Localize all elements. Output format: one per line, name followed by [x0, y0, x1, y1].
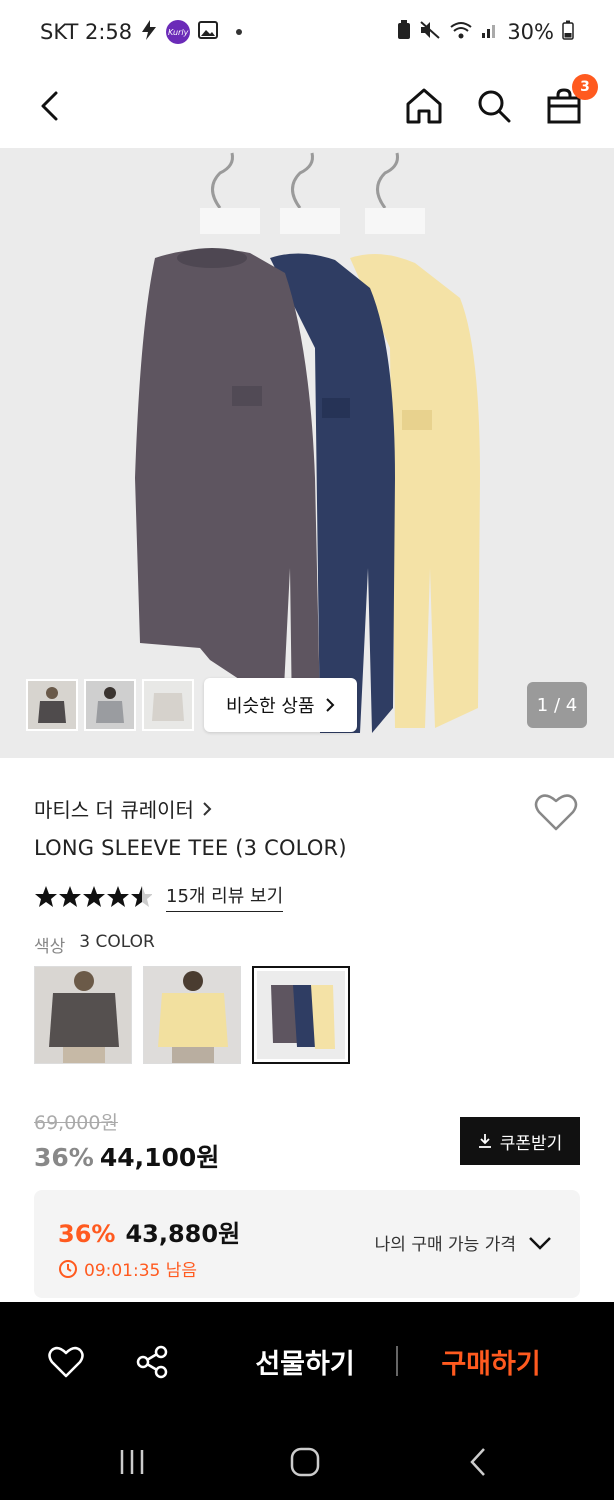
best-price-label: 나의 구매 가능 가격: [374, 1235, 516, 1255]
top-nav: 3: [0, 64, 614, 148]
home-icon: [406, 88, 442, 124]
similar-products-button[interactable]: 비슷한 상품: [204, 678, 357, 732]
timer-text: 09:01:35 남음: [84, 1261, 198, 1281]
rating-row: 15개 리뷰 보기: [34, 882, 284, 912]
chevron-right-icon: [203, 801, 212, 816]
thumbnail-2[interactable]: [84, 679, 136, 731]
signal-icon: [481, 20, 499, 44]
bottom-wishlist-button[interactable]: [46, 1342, 86, 1382]
color-option-charcoal[interactable]: [34, 966, 132, 1064]
gift-button[interactable]: 선물하기: [240, 1336, 370, 1386]
notification-dot: [236, 29, 243, 35]
heart-icon: [48, 1346, 84, 1378]
kurly-app-icon: Kurly: [166, 20, 191, 44]
color-label: 색상: [34, 937, 66, 957]
system-back-button[interactable]: [456, 1440, 500, 1484]
share-icon: [136, 1345, 168, 1379]
deal-timer: 09:01:35 남음: [58, 1256, 197, 1281]
chevron-down-icon: [529, 1236, 551, 1250]
star-rating: [34, 885, 152, 909]
thumbnail-1[interactable]: [26, 679, 78, 731]
color-option-yellow[interactable]: [143, 966, 241, 1064]
status-right: 30%: [397, 19, 574, 45]
reviews-link[interactable]: 15개 리뷰 보기: [166, 882, 284, 912]
price-row: 36% 44,100원: [34, 1138, 219, 1174]
similar-products-label: 비슷한 상품: [226, 696, 315, 717]
mute-icon: [419, 20, 441, 45]
my-best-price-box[interactable]: 36% 43,880원 09:01:35 남음 나의 구매 가능 가격: [34, 1190, 580, 1298]
sale-price: 44,100원: [99, 1143, 220, 1172]
gallery-icon: [198, 20, 219, 44]
charging-icon: [140, 19, 158, 46]
battery-icon: [562, 20, 574, 45]
color-row: 색상 3 COLOR: [34, 932, 155, 957]
original-price: 69,000원: [34, 1112, 118, 1134]
best-price-row: 36% 43,880원: [58, 1214, 240, 1249]
carrier-time: SKT 2:58: [40, 20, 133, 44]
coupon-button[interactable]: 쿠폰받기: [460, 1117, 580, 1165]
coupon-label: 쿠폰받기: [499, 1133, 563, 1154]
chevron-right-icon: [325, 698, 334, 712]
best-price-dropdown[interactable]: 나의 구매 가능 가격: [375, 1230, 552, 1255]
color-swatches: [34, 966, 350, 1064]
best-discount-rate: 36%: [58, 1220, 116, 1248]
thumbnail-strip: 비슷한 상품: [26, 678, 357, 732]
back-chevron-icon: [470, 1448, 485, 1476]
download-icon: [478, 1134, 491, 1148]
status-left: SKT 2:58 Kurly: [40, 19, 243, 46]
cart-button[interactable]: 3: [544, 74, 598, 126]
carousel-page-indicator: 1 / 4: [527, 682, 587, 728]
best-price-amount: 43,880원: [125, 1220, 241, 1248]
brand-link[interactable]: 마티스 더 큐레이터: [34, 794, 212, 823]
back-button[interactable]: [30, 86, 70, 126]
recent-apps-icon: [120, 1450, 144, 1474]
brand-name: 마티스 더 큐레이터: [34, 798, 194, 822]
clock-icon: [59, 1259, 77, 1278]
buy-button[interactable]: 구매하기: [426, 1336, 556, 1386]
thumbnail-3[interactable]: [142, 679, 194, 731]
color-option-all[interactable]: [252, 966, 350, 1064]
back-arrow-icon: [41, 91, 58, 121]
heart-icon: [534, 794, 578, 831]
action-divider: [396, 1346, 398, 1376]
product-name: LONG SLEEVE TEE (3 COLOR): [34, 836, 347, 860]
home-circle-icon: [290, 1447, 320, 1477]
battery-saver-icon: [397, 19, 411, 45]
color-value: 3 COLOR: [79, 932, 155, 952]
product-photo: [0, 148, 614, 758]
share-button[interactable]: [132, 1342, 172, 1382]
discount-rate: 36%: [34, 1143, 94, 1172]
search-icon: [478, 90, 511, 123]
battery-percent: 30%: [507, 20, 554, 44]
home-button[interactable]: [404, 86, 444, 126]
cart-count-badge: 3: [572, 74, 598, 100]
recent-apps-button[interactable]: [110, 1440, 154, 1484]
status-bar: SKT 2:58 Kurly 30%: [0, 0, 614, 64]
nav-right: 3: [404, 74, 598, 126]
product-image-carousel[interactable]: 비슷한 상품 1 / 4: [0, 148, 614, 758]
search-button[interactable]: [474, 86, 514, 126]
wishlist-button[interactable]: [534, 792, 578, 836]
system-navigation-bar: [0, 1422, 614, 1500]
wifi-icon: [449, 20, 473, 45]
home-system-button[interactable]: [283, 1440, 327, 1484]
